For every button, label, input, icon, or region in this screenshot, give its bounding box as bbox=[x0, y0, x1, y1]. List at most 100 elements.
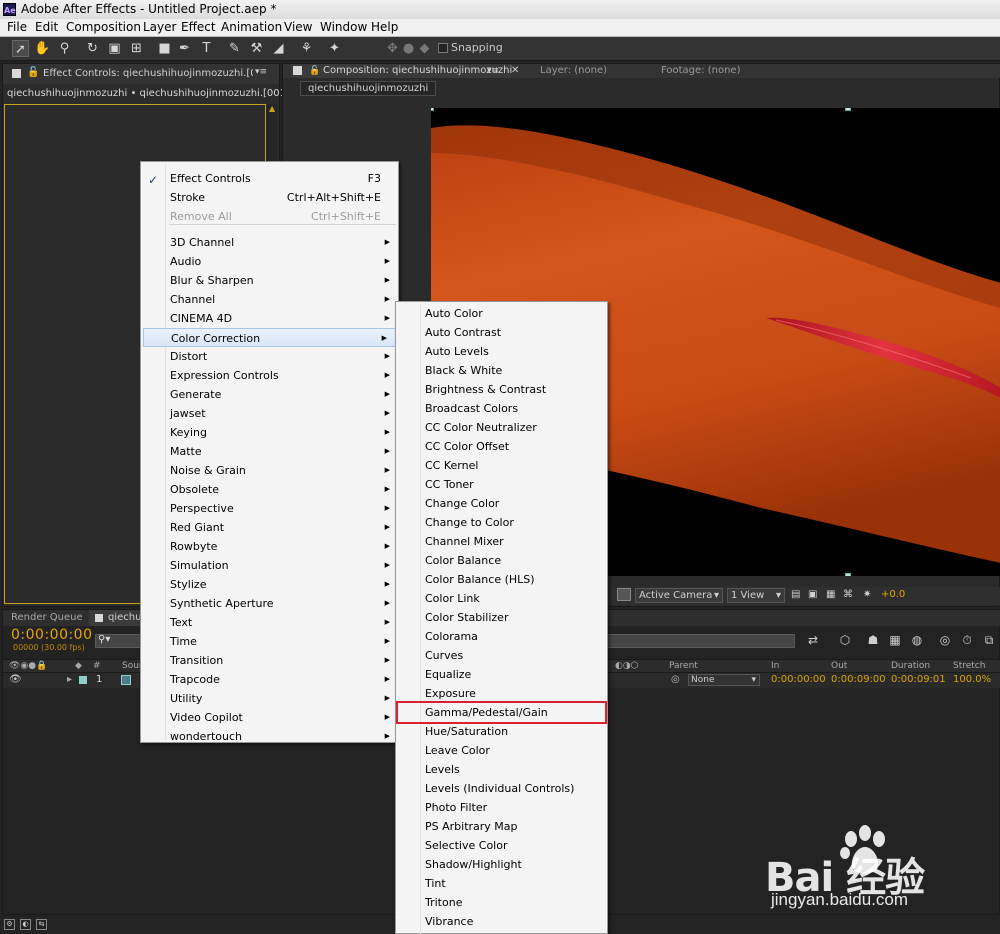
menu-item-expression-controls[interactable]: Expression Controls ▶ bbox=[141, 366, 398, 385]
toggle-pixel-aspect-icon[interactable]: ▤ bbox=[791, 588, 800, 603]
menu-item-auto-contrast[interactable]: Auto Contrast bbox=[396, 323, 607, 342]
footage-tab[interactable]: Footage: (none) bbox=[661, 64, 740, 78]
menu-item-change-to-color[interactable]: Change to Color bbox=[396, 513, 607, 532]
in-out-columns-icon[interactable]: ⇆ bbox=[36, 919, 47, 930]
menu-item-cc-toner[interactable]: CC Toner bbox=[396, 475, 607, 494]
eraser-tool-icon[interactable]: ◢ bbox=[270, 40, 287, 57]
menu-item-black-white[interactable]: Black & White bbox=[396, 361, 607, 380]
exposure-value[interactable]: +0.0 bbox=[881, 588, 905, 603]
out-point-value[interactable]: 0:00:09:00 bbox=[831, 674, 886, 685]
menu-item-color-correction[interactable]: Color Correction ▶ bbox=[143, 328, 396, 347]
composition-breadcrumb[interactable]: qiechushihuojinmozuzhi bbox=[300, 81, 437, 96]
menu-file[interactable]: File bbox=[7, 19, 27, 36]
type-tool-icon[interactable]: T bbox=[198, 40, 215, 57]
menu-item-3d-channel[interactable]: 3D Channel ▶ bbox=[141, 233, 398, 252]
duration-value[interactable]: 0:00:09:01 bbox=[891, 674, 946, 685]
menu-item-cc-kernel[interactable]: CC Kernel bbox=[396, 456, 607, 475]
stretch-value[interactable]: 100.0% bbox=[953, 674, 991, 685]
menu-item-text[interactable]: Text ▶ bbox=[141, 613, 398, 632]
pan-behind-tool-icon[interactable]: ⊞ bbox=[128, 40, 145, 57]
menu-composition[interactable]: Composition bbox=[66, 19, 141, 36]
frame-blending-icon[interactable]: ▦ bbox=[887, 632, 903, 648]
transparency-grid-icon[interactable] bbox=[617, 588, 631, 601]
menu-item-generate[interactable]: Generate ▶ bbox=[141, 385, 398, 404]
menu-item-simulation[interactable]: Simulation ▶ bbox=[141, 556, 398, 575]
parent-dropdown[interactable]: None ▾ bbox=[688, 674, 760, 686]
lock-icon[interactable]: 🔓 bbox=[309, 64, 320, 78]
layer-tab[interactable]: Layer: (none) bbox=[540, 64, 607, 78]
menu-item-wondertouch[interactable]: wondertouch ▶ bbox=[141, 727, 398, 746]
menu-item-noise-grain[interactable]: Noise & Grain ▶ bbox=[141, 461, 398, 480]
roto-brush-tool-icon[interactable]: ⚘ bbox=[298, 40, 315, 57]
active-camera-dropdown[interactable]: Active Camera ▾ bbox=[635, 588, 723, 603]
brush-tool-icon[interactable]: ✎ bbox=[226, 40, 243, 57]
menu-layer[interactable]: Layer bbox=[143, 19, 176, 36]
effect-controls-tab[interactable]: 🔓 Effect Controls: qiechushihuojinmozuzh… bbox=[3, 64, 279, 84]
menu-item-obsolete[interactable]: Obsolete ▶ bbox=[141, 480, 398, 499]
menu-item-change-color[interactable]: Change Color bbox=[396, 494, 607, 513]
shy-layers-icon[interactable]: ☗ bbox=[865, 632, 881, 648]
layer-switches-icon[interactable]: ⚙ bbox=[4, 919, 15, 930]
current-time-display[interactable]: 0:00:00:00 bbox=[11, 627, 93, 643]
menu-item-equalize[interactable]: Equalize bbox=[396, 665, 607, 684]
menu-item-color-balance[interactable]: Color Balance bbox=[396, 551, 607, 570]
menu-animation[interactable]: Animation bbox=[221, 19, 282, 36]
menu-item-auto-levels[interactable]: Auto Levels bbox=[396, 342, 607, 361]
menu-item-ps-arbitrary-map[interactable]: PS Arbitrary Map bbox=[396, 817, 607, 836]
menu-item-synthetic-aperture[interactable]: Synthetic Aperture ▶ bbox=[141, 594, 398, 613]
view-layout-dropdown[interactable]: 1 View ▾ bbox=[727, 588, 785, 603]
camera-tool-icon[interactable]: ▣ bbox=[106, 40, 123, 57]
composition-tab[interactable]: 🔓 Composition: qiechushihuojinmozuzhi ▾≡… bbox=[291, 64, 519, 78]
layer-handle-top-middle[interactable] bbox=[845, 108, 851, 111]
auto-keyframe-icon[interactable]: ⏱ bbox=[959, 632, 975, 648]
menu-item-brightness-contrast[interactable]: Brightness & Contrast bbox=[396, 380, 607, 399]
menu-item-audio[interactable]: Audio ▶ bbox=[141, 252, 398, 271]
menu-item-color-balance-hls[interactable]: Color Balance (HLS) bbox=[396, 570, 607, 589]
fast-previews-icon[interactable]: ▣ bbox=[808, 588, 817, 603]
menu-item-color-stabilizer[interactable]: Color Stabilizer bbox=[396, 608, 607, 627]
menu-item-channel-mixer[interactable]: Channel Mixer bbox=[396, 532, 607, 551]
menu-item-gamma-pedestal-gain[interactable]: Gamma/Pedestal/Gain bbox=[396, 703, 607, 722]
graph-editor-icon[interactable]: ⧉ bbox=[981, 632, 997, 648]
menu-item-red-giant[interactable]: Red Giant ▶ bbox=[141, 518, 398, 537]
puppet-pin-tool-icon[interactable]: ✦ bbox=[326, 40, 343, 57]
brainstorm-icon[interactable]: ◎ bbox=[937, 632, 953, 648]
menu-item-transition[interactable]: Transition ▶ bbox=[141, 651, 398, 670]
menu-edit[interactable]: Edit bbox=[35, 19, 58, 36]
layer-handle-top-left[interactable] bbox=[431, 108, 434, 111]
axis-world-icon[interactable]: ● bbox=[400, 40, 417, 57]
scroll-up-icon[interactable]: ▲ bbox=[269, 104, 275, 113]
transfer-controls-icon[interactable]: ◐ bbox=[20, 919, 31, 930]
axis-mode-icon[interactable]: ✥ bbox=[384, 40, 401, 57]
chevron-down-icon[interactable]: ▾≡ bbox=[487, 64, 499, 78]
menu-item-stylize[interactable]: Stylize ▶ bbox=[141, 575, 398, 594]
menu-item-perspective[interactable]: Perspective ▶ bbox=[141, 499, 398, 518]
menu-item-tint[interactable]: Tint bbox=[396, 874, 607, 893]
snapping-checkbox[interactable] bbox=[438, 43, 448, 53]
menu-item-cc-color-neutralizer[interactable]: CC Color Neutralizer bbox=[396, 418, 607, 437]
menu-item-selective-color[interactable]: Selective Color bbox=[396, 836, 607, 855]
menu-item-jawset[interactable]: jawset ▶ bbox=[141, 404, 398, 423]
menu-view[interactable]: View bbox=[284, 19, 312, 36]
expand-triangle-icon[interactable]: ▸ bbox=[67, 674, 72, 685]
menu-item-blur-sharpen[interactable]: Blur & Sharpen ▶ bbox=[141, 271, 398, 290]
timeline-icon[interactable]: ▦ bbox=[826, 588, 835, 603]
pen-tool-icon[interactable]: ✒ bbox=[176, 40, 193, 57]
menu-item-colorama[interactable]: Colorama bbox=[396, 627, 607, 646]
menu-item-channel[interactable]: Channel ▶ bbox=[141, 290, 398, 309]
axis-view-icon[interactable]: ◆ bbox=[416, 40, 433, 57]
menu-item-levels[interactable]: Levels bbox=[396, 760, 607, 779]
menu-item-matte[interactable]: Matte ▶ bbox=[141, 442, 398, 461]
selection-tool-icon[interactable]: ➚ bbox=[12, 40, 29, 57]
lock-icon[interactable]: 🔓 bbox=[27, 67, 39, 78]
menu-item-curves[interactable]: Curves bbox=[396, 646, 607, 665]
flowchart-icon[interactable]: ⌘ bbox=[843, 588, 853, 603]
menu-item-levels-individual-controls[interactable]: Levels (Individual Controls) bbox=[396, 779, 607, 798]
layer-handle-bottom-middle[interactable] bbox=[845, 573, 851, 576]
in-point-value[interactable]: 0:00:00:00 bbox=[771, 674, 826, 685]
motion-blur-icon[interactable]: ◍ bbox=[909, 632, 925, 648]
rectangle-tool-icon[interactable]: ■ bbox=[156, 40, 173, 57]
menu-item-color-link[interactable]: Color Link bbox=[396, 589, 607, 608]
menu-item-shadow-highlight[interactable]: Shadow/Highlight bbox=[396, 855, 607, 874]
menu-window[interactable]: Window bbox=[320, 19, 367, 36]
